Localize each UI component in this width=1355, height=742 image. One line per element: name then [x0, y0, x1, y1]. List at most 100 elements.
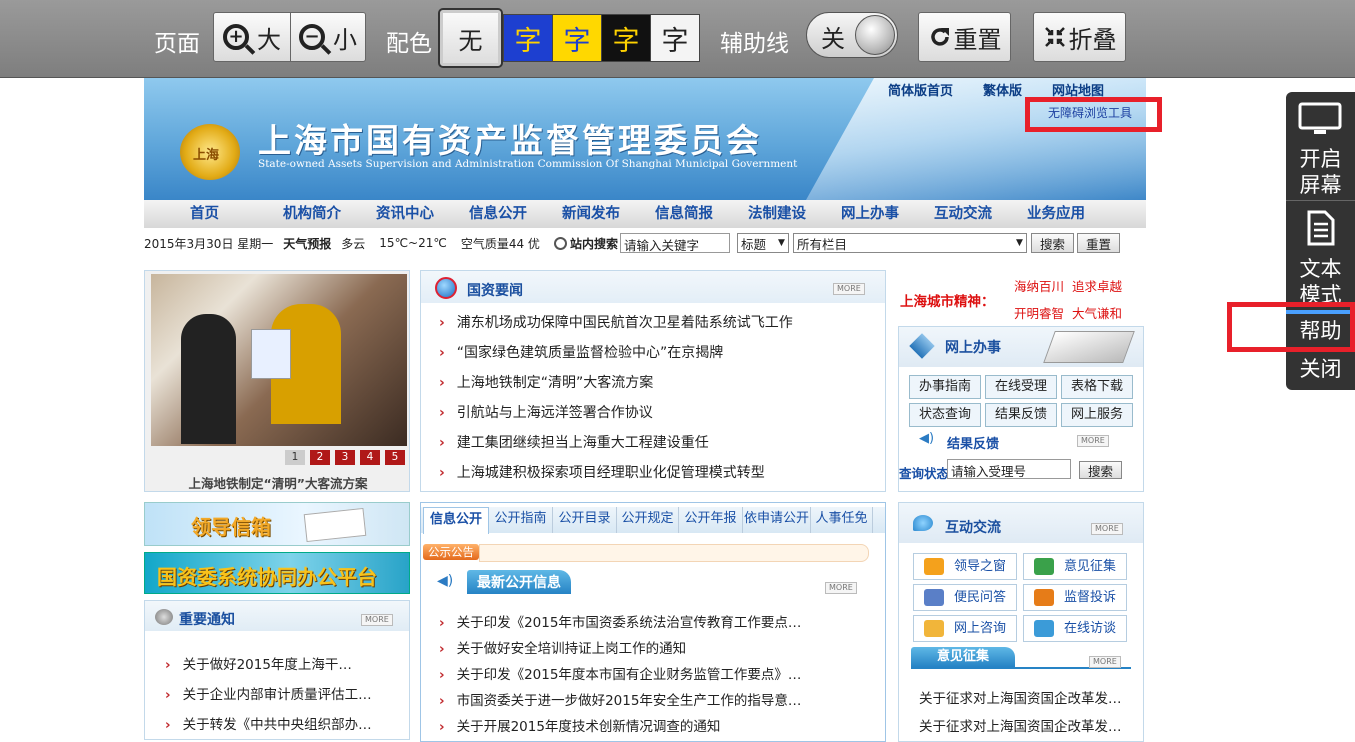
- news-item[interactable]: 浦东机场成功保障中国民航首次卫星着陆系统试飞工作: [439, 312, 793, 332]
- notice-item[interactable]: 关于做好2015年度上海干…: [165, 653, 352, 673]
- zoom-in-button[interactable]: + 大: [213, 12, 291, 62]
- disclosure-tab-5[interactable]: 公开年报: [679, 507, 743, 533]
- disclosure-item[interactable]: 关于印发《2015年度本市国有企业财务监管工作要点》…: [439, 663, 802, 683]
- disclosure-item[interactable]: 关于印发《2015年市国资委系统法治宣传教育工作要点…: [439, 611, 802, 631]
- disclosure-item[interactable]: 关于做好安全培训持证上岗工作的通知: [439, 637, 687, 657]
- site-reset-button[interactable]: 重置: [1076, 233, 1120, 253]
- feedback-more-button[interactable]: MORE: [1077, 435, 1109, 447]
- online-service-4[interactable]: 状态查询: [909, 403, 981, 427]
- close-panel-button[interactable]: 关闭: [1286, 354, 1355, 388]
- emblem-text: 上海: [193, 148, 220, 163]
- news-item[interactable]: 上海城建积极探索项目经理职业化促管理模式转型: [439, 462, 765, 482]
- guide-line-toggle[interactable]: 关: [806, 12, 898, 58]
- news-item[interactable]: 建工集团继续担当上海重大工程建设重任: [439, 432, 709, 452]
- online-service-6[interactable]: 网上服务: [1061, 403, 1133, 427]
- interaction-item-2[interactable]: 意见征集: [1023, 553, 1127, 580]
- online-services: 网上办事 办事指南 在线受理 表格下载 状态查询 结果反馈 网上服务 ◀) 结果反馈 MO…: [898, 326, 1144, 492]
- opinion-item-2[interactable]: 关于征求对上海国资国企改革发…: [919, 715, 1122, 735]
- disclosure-tab-4[interactable]: 公开规定: [617, 507, 679, 533]
- nav-item-8[interactable]: 网上办事: [841, 200, 934, 228]
- slide-page-4[interactable]: 4: [360, 450, 380, 465]
- nav-item-3[interactable]: 资讯中心: [376, 200, 469, 228]
- color-swatch-3[interactable]: 字: [601, 14, 651, 62]
- site-search-button[interactable]: 搜索: [1030, 233, 1074, 253]
- disclosure-tab-3[interactable]: 公开目录: [553, 507, 617, 533]
- text-mode-button[interactable]: 文本 模式: [1286, 204, 1355, 307]
- disclosure-item[interactable]: 关于开展2015年度技术创新情况调查的通知: [439, 715, 721, 735]
- info-bar: 2015年3月30日 星期一 天气预报 多云 15℃~21℃ 空气质量44 优 …: [144, 230, 1146, 256]
- search-field-value: 标题: [740, 236, 766, 252]
- notices-more-button[interactable]: MORE: [361, 614, 393, 626]
- nav-item-7[interactable]: 法制建设: [748, 200, 841, 228]
- disclosure-tab-6[interactable]: 依申请公开: [743, 507, 811, 533]
- interaction-item-3[interactable]: 便民问答: [913, 584, 1017, 611]
- status-search-button[interactable]: 搜索: [1079, 461, 1123, 479]
- interaction-title: 互动交流: [945, 520, 1001, 536]
- news-item[interactable]: “国家绿色建筑质量监督检验中心”在京揭牌: [439, 342, 724, 362]
- notice-item[interactable]: 关于转发《中共中央组织部办…: [165, 713, 372, 733]
- notice-item[interactable]: 关于企业内部审计质量评估工…: [165, 683, 372, 703]
- screen-reader-button[interactable]: 开启 屏幕: [1286, 92, 1355, 197]
- site-search-input[interactable]: 请输入关键字: [619, 233, 730, 253]
- online-service-5[interactable]: 结果反馈: [985, 403, 1057, 427]
- interaction-icon: [1034, 589, 1054, 606]
- online-service-3[interactable]: 表格下载: [1061, 375, 1133, 399]
- news-more-button[interactable]: MORE: [833, 283, 865, 295]
- news-item[interactable]: 引航站与上海远洋签署合作协议: [439, 402, 653, 422]
- collapse-button[interactable]: 折叠: [1033, 12, 1126, 62]
- opinion-more-button[interactable]: MORE: [1089, 656, 1121, 668]
- online-service-2[interactable]: 在线受理: [985, 375, 1057, 399]
- opinion-item-1[interactable]: 关于征求对上海国资国企改革发…: [919, 687, 1122, 707]
- nav-item-4[interactable]: 信息公开: [469, 200, 562, 228]
- search-field-select[interactable]: 标题 ▼: [736, 233, 789, 253]
- interaction-item-1[interactable]: 领导之窗: [913, 553, 1017, 580]
- interaction-item-5[interactable]: 网上咨询: [913, 615, 1017, 642]
- traditional-link[interactable]: 繁体版: [983, 80, 1022, 99]
- disclosure-tab-7[interactable]: 人事任免: [811, 507, 873, 533]
- interaction-section: 互动交流 MORE 领导之窗 意见征集 便民问答 监督投诉 网上咨询 在线访谈 意见征集 …: [898, 502, 1144, 742]
- color-swatch-4[interactable]: 字: [650, 14, 700, 62]
- nav-item-1[interactable]: 首页: [190, 200, 283, 228]
- monitor-icon: [1298, 102, 1342, 134]
- notice-tag[interactable]: 公示公告: [423, 544, 479, 560]
- search-icon: [553, 236, 567, 250]
- interaction-item-6[interactable]: 在线访谈: [1023, 615, 1127, 642]
- latest-more-button[interactable]: MORE: [825, 582, 857, 594]
- disclosure-tab-1[interactable]: 信息公开: [423, 507, 489, 534]
- notice-bar: [479, 544, 869, 562]
- search-column-select[interactable]: 所有栏目 ▼: [792, 233, 1027, 253]
- color-swatch-2[interactable]: 字: [552, 14, 602, 62]
- nav-item-9[interactable]: 互动交流: [934, 200, 1027, 228]
- color-swatch-1[interactable]: 字: [503, 14, 553, 62]
- opinion-title: 意见征集: [911, 647, 1015, 667]
- color-scheme-label: 配色: [386, 31, 432, 57]
- online-service-1[interactable]: 办事指南: [909, 375, 981, 399]
- interaction-icon: [924, 558, 944, 575]
- disclosure-tab-2[interactable]: 公开指南: [489, 507, 553, 533]
- collab-platform-banner[interactable]: 国资委系统协同办公平台: [144, 552, 410, 594]
- site-search-label: 站内搜索: [569, 236, 618, 251]
- interaction-item-4[interactable]: 监督投诉: [1023, 584, 1127, 611]
- nav-item-6[interactable]: 信息简报: [655, 200, 748, 228]
- slide-page-3[interactable]: 3: [335, 450, 355, 465]
- nav-item-5[interactable]: 新闻发布: [562, 200, 655, 228]
- nav-item-2[interactable]: 机构简介: [283, 200, 376, 228]
- reset-button[interactable]: 重置: [918, 12, 1011, 62]
- simplified-home-link[interactable]: 简体版首页: [888, 80, 953, 99]
- zoom-out-label: 小: [333, 25, 357, 54]
- slide-page-2[interactable]: 2: [310, 450, 330, 465]
- color-none-button[interactable]: 无: [438, 8, 503, 68]
- leader-mailbox-label: 领导信箱: [191, 515, 271, 539]
- zoom-out-button[interactable]: − 小: [290, 12, 366, 62]
- slide-page-1[interactable]: 1: [285, 450, 305, 465]
- text-mode-label: 文本 模式: [1299, 257, 1342, 307]
- status-query-input[interactable]: 请输入受理号: [947, 459, 1071, 479]
- interaction-more-button[interactable]: MORE: [1091, 523, 1123, 535]
- disclosure-item[interactable]: 市国资委关于进一步做好2015年安全生产工作的指导意…: [439, 689, 802, 709]
- nav-item-10[interactable]: 业务应用: [1027, 200, 1120, 228]
- leader-mailbox-banner[interactable]: 领导信箱: [144, 502, 410, 546]
- news-item[interactable]: 上海地铁制定“清明”大客流方案: [439, 372, 654, 392]
- slide-page-5[interactable]: 5: [385, 450, 405, 465]
- slideshow-caption[interactable]: 上海地铁制定“清明”大客流方案: [145, 473, 411, 492]
- slideshow-image[interactable]: [151, 274, 407, 446]
